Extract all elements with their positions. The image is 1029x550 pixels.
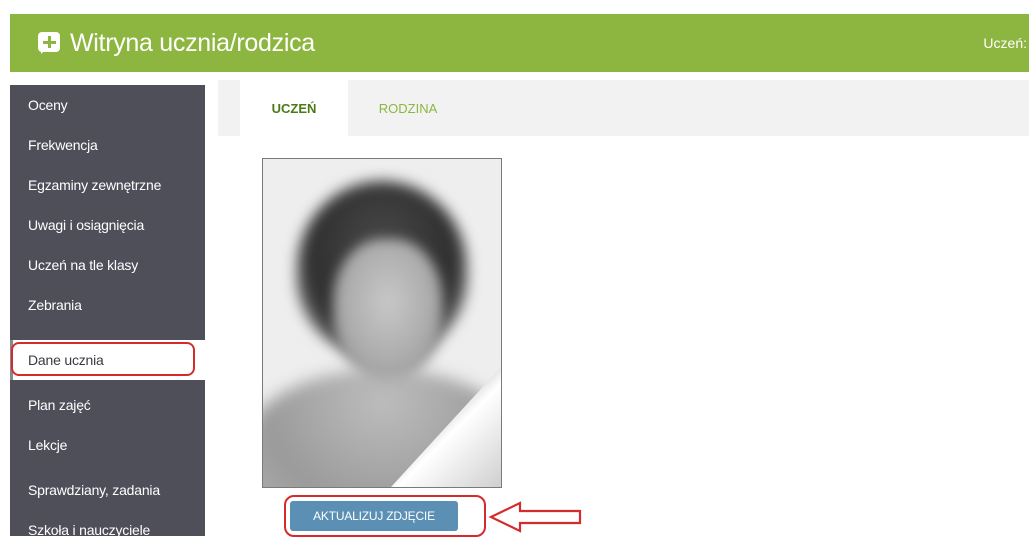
sidebar-item-dane-ucznia[interactable]: Dane ucznia [10, 340, 205, 380]
sidebar-item-lekcje[interactable]: Lekcje [10, 425, 205, 465]
sidebar-item-zebrania[interactable]: Zebrania [10, 285, 205, 325]
photo-face-shape [333, 239, 443, 379]
sidebar-item-szkola[interactable]: Szkoła i nauczyciele [10, 510, 205, 550]
sidebar-item-frekwencja[interactable]: Frekwencja [10, 125, 205, 165]
sidebar-item-uczen-na-tle-klasy[interactable]: Uczeń na tle klasy [10, 245, 205, 285]
sidebar-item-oceny[interactable]: Oceny [10, 85, 205, 125]
student-photo [262, 158, 502, 488]
arrow-pointer-icon [488, 501, 582, 533]
tab-uczen[interactable]: UCZEŃ [240, 80, 348, 136]
update-photo-button[interactable]: AKTUALIZUJ ZDJĘCIE [290, 501, 458, 531]
tab-bar: UCZEŃ RODZINA [218, 80, 1029, 136]
sidebar-item-plan-zajec[interactable]: Plan zajęć [10, 385, 205, 425]
top-header-bar: Witryna ucznia/rodzica Uczeń: [10, 14, 1029, 72]
sidebar-item-sprawdziany[interactable]: Sprawdziany, zadania [10, 470, 205, 510]
sidebar-nav: Oceny Frekwencja Egzaminy zewnętrzne Uwa… [10, 85, 205, 538]
app-title: Witryna ucznia/rodzica [70, 29, 315, 57]
student-label: Uczeń: [983, 35, 1027, 51]
sidebar-item-uwagi[interactable]: Uwagi i osiągnięcia [10, 205, 205, 245]
sidebar-item-egzaminy[interactable]: Egzaminy zewnętrzne [10, 165, 205, 205]
tab-rodzina[interactable]: RODZINA [348, 80, 468, 136]
app-logo-icon [38, 32, 60, 54]
